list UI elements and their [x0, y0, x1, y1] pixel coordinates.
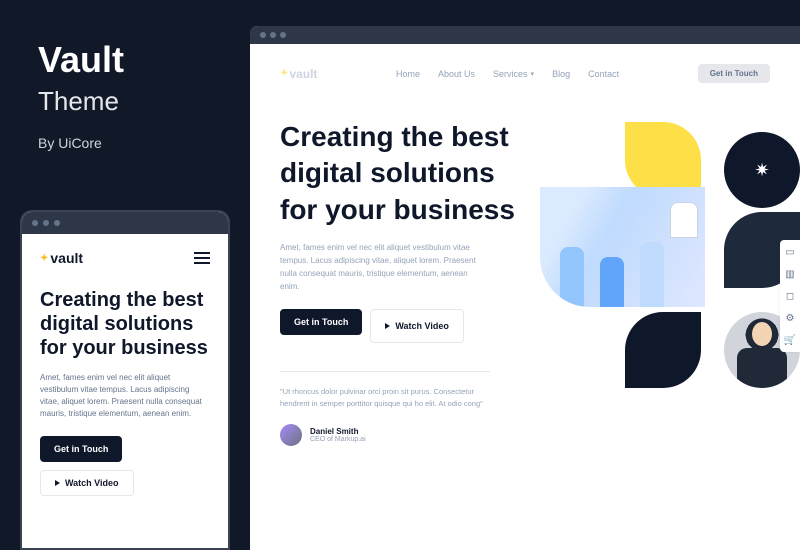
window-dot	[43, 220, 49, 226]
play-icon	[385, 323, 390, 329]
window-dot	[32, 220, 38, 226]
watch-video-label: Watch Video	[395, 321, 449, 331]
logo-star-icon: ✦	[280, 68, 288, 79]
promo-byline: By UiCore	[38, 135, 124, 151]
brand-logo[interactable]: ✦ vault	[40, 250, 83, 266]
window-dot	[54, 220, 60, 226]
hero-photo	[540, 187, 705, 307]
watch-video-label: Watch Video	[65, 478, 119, 488]
get-in-touch-button[interactable]: Get in Touch	[40, 436, 122, 462]
logo-star-icon: ✦	[40, 253, 48, 264]
watch-video-button[interactable]: Watch Video	[40, 470, 134, 496]
desktop-titlebar	[250, 26, 800, 44]
top-nav: ✦ vault Home About Us Services ▾ Blog Co…	[280, 64, 770, 83]
nav-contact[interactable]: Contact	[588, 69, 619, 79]
chevron-down-icon: ▾	[531, 70, 535, 78]
promo-title: Vault	[38, 42, 124, 78]
shape-leaf-navy	[625, 312, 701, 388]
window-dot	[260, 32, 266, 38]
side-tool-icon[interactable]: ▭	[784, 246, 796, 258]
hero-heading: Creating the best digital solutions for …	[40, 288, 210, 360]
hero-heading: Creating the best digital solutions for …	[280, 119, 520, 228]
promo-block: Vault Theme By UiCore	[38, 42, 124, 151]
nav-services[interactable]: Services ▾	[493, 69, 534, 79]
watch-video-button[interactable]: Watch Video	[370, 309, 464, 343]
divider	[280, 371, 490, 372]
window-dot	[280, 32, 286, 38]
nav-about[interactable]: About Us	[438, 69, 475, 79]
hero-paragraph: Amet, fames enim vel nec elit aliquet ve…	[40, 372, 210, 420]
side-tool-icon[interactable]: 🛒	[784, 334, 796, 346]
hero-paragraph: Amet, fames enim vel nec elit aliquet ve…	[280, 242, 480, 293]
spark-icon: ✷	[754, 160, 769, 181]
desktop-preview: ✦ vault Home About Us Services ▾ Blog Co…	[250, 26, 800, 550]
testimonial-author: Daniel Smith CEO of Markup.ai	[280, 424, 770, 446]
author-role: CEO of Markup.ai	[310, 436, 366, 443]
promo-subtitle: Theme	[38, 86, 124, 117]
shape-circle-dark: ✷	[724, 132, 800, 208]
play-icon	[55, 480, 60, 486]
side-tool-icon[interactable]: ▥	[784, 268, 796, 280]
side-tool-icon[interactable]: ⚙	[784, 312, 796, 324]
brand-name: vault	[289, 67, 317, 81]
testimonial-quote: "Ut rhoncus dolor pulvinar orci proin si…	[280, 386, 490, 410]
nav-cta-button[interactable]: Get in Touch	[698, 64, 770, 83]
author-name: Daniel Smith	[310, 427, 366, 436]
nav-blog[interactable]: Blog	[552, 69, 570, 79]
hamburger-menu-icon[interactable]	[194, 252, 210, 264]
side-tool-icon[interactable]: ◻	[784, 290, 796, 302]
nav-home[interactable]: Home	[396, 69, 420, 79]
mobile-preview: ✦ vault Creating the best digital soluti…	[20, 210, 230, 550]
get-in-touch-button[interactable]: Get in Touch	[280, 309, 362, 335]
mobile-titlebar	[22, 212, 228, 234]
window-dot	[270, 32, 276, 38]
brand-name: vault	[50, 250, 83, 266]
floating-side-toolbar: ▭ ▥ ◻ ⚙ 🛒	[780, 240, 800, 352]
avatar	[280, 424, 302, 446]
brand-logo[interactable]: ✦ vault	[280, 67, 317, 81]
hero-graphic: ✷	[540, 122, 800, 402]
nav-services-label: Services	[493, 69, 528, 79]
